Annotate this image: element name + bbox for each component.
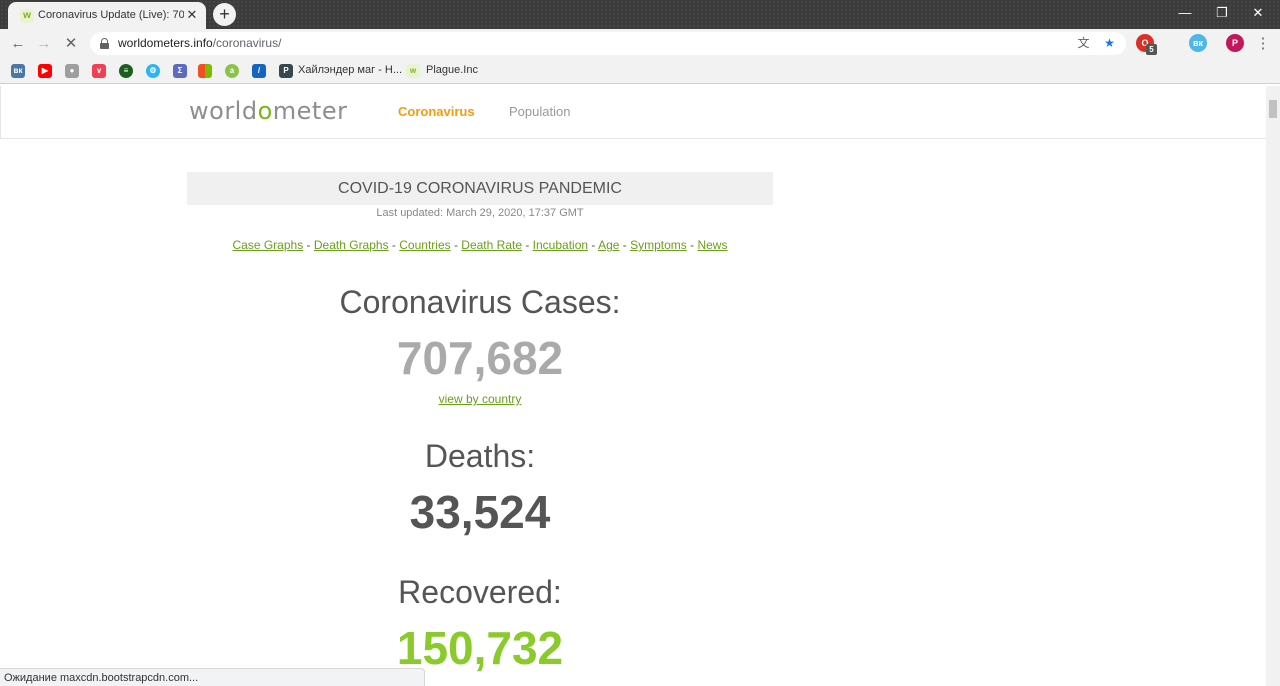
lock-icon <box>100 38 109 49</box>
page-scrollbar[interactable] <box>1266 86 1280 686</box>
pandemic-banner: COVID-19 CORONAVIRUS PANDEMIC <box>187 172 773 205</box>
a-bookmark-icon[interactable]: a <box>225 64 239 78</box>
link-separator: - <box>588 238 599 252</box>
link-separator: - <box>303 238 314 252</box>
microsoft-bookmark-icon[interactable] <box>198 64 212 78</box>
settings-bookmark-icon[interactable]: ⚙ <box>146 64 160 78</box>
new-tab-button[interactable]: + <box>213 3 236 26</box>
link-death-graphs[interactable]: Death Graphs <box>314 238 389 252</box>
vk-extension-icon[interactable]: вк <box>1189 34 1207 52</box>
restore-window-icon[interactable]: ❐ <box>1207 4 1237 22</box>
bookmark-highlander[interactable]: Хайлэндер маг - Н... <box>298 64 402 76</box>
worldometer-bookmark-icon[interactable]: w <box>406 64 420 78</box>
view-by-country-link[interactable]: view by country <box>187 392 773 406</box>
link-separator: - <box>450 238 462 252</box>
tab-title: Coronavirus Update (Live): 707,68 <box>38 9 184 21</box>
url-host: worldometers.info <box>118 36 213 50</box>
link-separator: - <box>388 238 400 252</box>
pocket-bookmark-icon[interactable]: ∨ <box>92 64 106 78</box>
spotify-bookmark-icon[interactable]: ≡ <box>119 64 133 78</box>
profile-avatar-icon[interactable]: P <box>1226 34 1244 52</box>
browser-tab-strip: w Coronavirus Update (Live): 707,68 ✕ + … <box>0 0 1280 29</box>
tab-close-icon[interactable]: ✕ <box>184 6 200 24</box>
address-url[interactable]: worldometers.info/coronavirus/ <box>118 36 281 50</box>
link-symptoms[interactable]: Symptoms <box>630 238 687 252</box>
youtube-bookmark-icon[interactable]: ▶ <box>38 64 52 78</box>
url-path: /coronavirus/ <box>212 36 282 50</box>
link-case-graphs[interactable]: Case Graphs <box>233 238 304 252</box>
bookmark-plague-inc[interactable]: Plague.Inc <box>426 64 478 76</box>
section-links: Case Graphs - Death Graphs - Countries -… <box>187 238 773 252</box>
deaths-label: Deaths: <box>424 438 536 474</box>
deaths-count: 33,524 <box>409 486 551 538</box>
minimize-window-icon[interactable]: — <box>1170 4 1200 22</box>
logo-part-meter: meter <box>272 97 348 125</box>
address-bar[interactable]: worldometers.info/coronavirus/ 文 ★ <box>90 32 1126 55</box>
page-viewport: worldometer Coronavirus Population COVID… <box>0 86 1266 686</box>
last-updated-text: Last updated: March 29, 2020, 17:37 GMT <box>376 207 584 219</box>
link-separator: - <box>686 238 698 252</box>
worldometer-favicon-icon: w <box>20 9 34 23</box>
cases-label: Coronavirus Cases: <box>339 284 621 320</box>
recovered-label: Recovered: <box>398 574 562 610</box>
highlander-bookmark-icon[interactable]: P <box>279 64 293 78</box>
translate-icon[interactable]: 文 <box>1076 36 1091 51</box>
loading-status-bar: Ожидание maxcdn.bootstrapcdn.com... <box>0 668 425 686</box>
link-age[interactable]: Age <box>598 238 619 252</box>
bookmark-star-icon[interactable]: ★ <box>1102 36 1117 51</box>
nav-population[interactable]: Population <box>509 104 570 119</box>
link-separator: - <box>619 238 631 252</box>
link-separator: - <box>522 238 533 252</box>
translate-bookmark-icon[interactable]: / <box>252 64 266 78</box>
scrollbar-thumb[interactable] <box>1269 100 1277 118</box>
extension-badge: 5 <box>1146 44 1157 55</box>
close-window-icon[interactable]: ✕ <box>1243 4 1273 22</box>
forward-arrow-icon[interactable]: → <box>33 33 55 55</box>
bookmarks-bar: вк ▶ ● ∨ ≡ ⚙ Σ a / P Хайлэндер маг - Н..… <box>0 58 1280 84</box>
back-arrow-icon[interactable]: ← <box>7 33 29 55</box>
logo-part-world: world <box>189 97 258 125</box>
link-news[interactable]: News <box>697 238 727 252</box>
menu-kebab-icon[interactable]: ⋮ <box>1252 33 1274 55</box>
cases-count: 707,682 <box>396 332 564 384</box>
browser-tab-active[interactable]: w Coronavirus Update (Live): 707,68 ✕ <box>8 2 206 29</box>
apple-bookmark-icon[interactable]: ● <box>65 64 79 78</box>
link-countries[interactable]: Countries <box>399 238 450 252</box>
logo-part-o: o <box>257 97 273 125</box>
stop-loading-icon[interactable]: ✕ <box>60 33 82 55</box>
sigma-bookmark-icon[interactable]: Σ <box>173 64 187 78</box>
browser-toolbar: ← → ✕ worldometers.info/coronavirus/ 文 ★… <box>0 29 1280 58</box>
recovered-count: 150,732 <box>396 622 564 674</box>
site-header: worldometer Coronavirus Population <box>0 86 1266 139</box>
worldometer-logo[interactable]: worldometer <box>189 97 347 125</box>
link-death-rate[interactable]: Death Rate <box>461 238 522 252</box>
vk-bookmark-icon[interactable]: вк <box>11 64 25 78</box>
nav-coronavirus[interactable]: Coronavirus <box>398 104 475 119</box>
link-incubation[interactable]: Incubation <box>533 238 588 252</box>
